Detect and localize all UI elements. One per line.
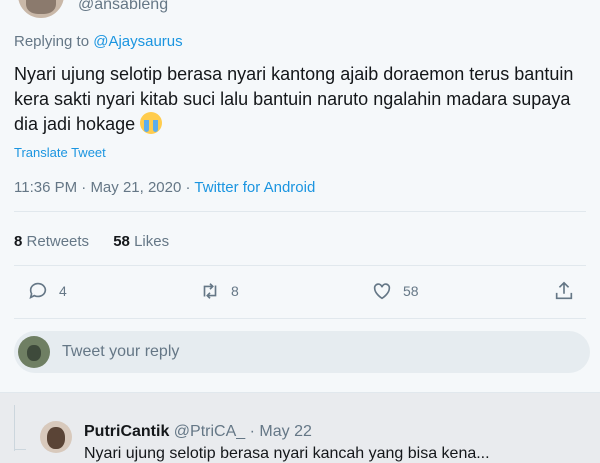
likes-stat[interactable]: 58 Likes [113,233,169,250]
reply-author-handle[interactable]: @PtriCA_ [174,423,245,440]
retweets-label: Retweets [26,233,90,250]
reply-button[interactable]: 4 [27,280,67,302]
tweet-stats: 8 Retweets 58 Likes [14,233,189,250]
tweet-actions: 4 8 58 [0,280,600,310]
retweet-icon [203,283,217,299]
reply-count: 4 [59,283,67,299]
share-button[interactable] [553,280,575,302]
divider [14,265,586,266]
crying-face-icon [140,112,163,134]
tweet-source-link[interactable]: Twitter for Android [194,179,315,196]
replying-to-link[interactable]: @Ajaysaurus [93,33,182,50]
tweet-meta: 11:36 PM · May 21, 2020 · Twitter for An… [14,179,315,196]
thread-connector [14,449,26,450]
translate-tweet-link[interactable]: Translate Tweet [14,145,106,160]
author-avatar[interactable] [16,0,66,20]
tweet-body: Nyari ujung selotip berasa nyari kantong… [14,64,574,134]
like-button[interactable]: 58 [371,280,419,302]
retweets-count: 8 [14,233,23,250]
reply-tweet[interactable]: PutriCantik @PtriCA_ · May 22 Nyari ujun… [40,419,600,462]
divider [14,211,586,212]
reply-author-avatar[interactable] [40,421,72,453]
share-icon [555,281,573,300]
retweets-stat[interactable]: 8 Retweets [14,233,89,250]
replying-prefix: Replying to [14,33,90,50]
divider [14,318,586,319]
reply-date[interactable]: May 22 [259,423,311,440]
replying-to-line: Replying to @Ajaysaurus [14,33,183,50]
likes-label: Likes [134,233,170,250]
likes-count: 58 [113,233,130,250]
reply-author-name[interactable]: PutriCantik [84,423,169,440]
reply-separator: · [245,423,260,440]
tweet-detail-card: @ansableng Replying to @Ajaysaurus Nyari… [0,0,600,393]
meta-separator: · [181,179,195,196]
reply-input-placeholder[interactable]: Tweet your reply [62,343,179,361]
heart-icon [373,283,391,300]
reply-header: PutriCantik @PtriCA_ · May 22 [84,423,312,441]
current-user-avatar [18,336,50,368]
reply-icon [29,282,47,299]
author-handle[interactable]: @ansableng [78,0,168,14]
tweet-text: Nyari ujung selotip berasa nyari kantong… [14,62,584,137]
reply-text: Nyari ujung selotip berasa nyari kancah … [84,445,490,462]
meta-separator: · [77,179,91,196]
retweet-count: 8 [231,283,239,299]
thread-line [14,405,15,451]
reply-composer[interactable]: Tweet your reply [14,331,590,373]
like-count: 58 [403,283,419,299]
retweet-button[interactable]: 8 [199,280,239,302]
tweet-time[interactable]: 11:36 PM [14,179,77,196]
tweet-date[interactable]: May 21, 2020 [90,179,181,196]
